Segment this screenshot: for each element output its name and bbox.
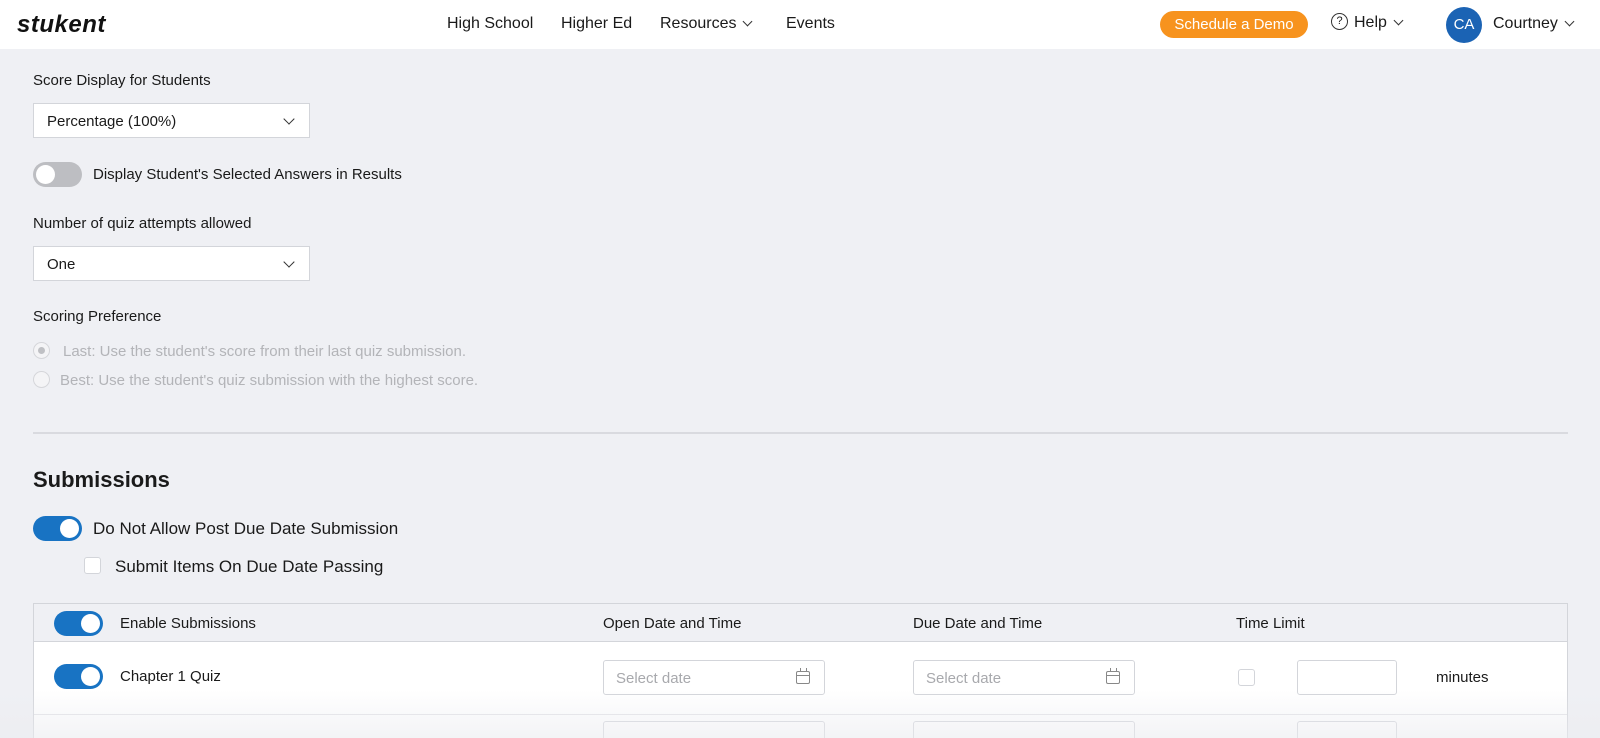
submissions-heading: Submissions bbox=[33, 467, 170, 492]
score-display-value: Percentage (100%) bbox=[47, 113, 177, 130]
nav-resources-label: Resources bbox=[660, 15, 737, 32]
submit-on-due-checkbox[interactable] bbox=[84, 557, 101, 574]
attempts-value: One bbox=[47, 256, 76, 273]
question-circle-icon: ? bbox=[1331, 13, 1348, 31]
toggle-knob bbox=[60, 519, 79, 538]
scoring-last-label: Last: Use the student's score from their… bbox=[63, 343, 467, 360]
table-row: Chapter 1 Quiz Select date Select date m… bbox=[34, 642, 1567, 715]
avatar[interactable]: CA bbox=[1446, 7, 1482, 43]
open-date-input[interactable] bbox=[603, 721, 825, 738]
open-date-input[interactable]: Select date bbox=[603, 660, 825, 695]
nav-high-school[interactable]: High School bbox=[447, 15, 533, 33]
table-header: Enable Submissions Open Date and Time Du… bbox=[34, 604, 1567, 642]
submissions-table: Enable Submissions Open Date and Time Du… bbox=[33, 603, 1568, 738]
score-display-select[interactable]: Percentage (100%) bbox=[33, 103, 310, 138]
top-navigation-bar: stukent High School Higher Ed Resources … bbox=[0, 0, 1600, 49]
due-date-input[interactable] bbox=[913, 721, 1135, 738]
time-limit-input[interactable] bbox=[1297, 660, 1397, 695]
schedule-demo-button[interactable]: Schedule a Demo bbox=[1160, 11, 1308, 38]
chevron-down-icon bbox=[283, 113, 295, 125]
minutes-label: minutes bbox=[1436, 669, 1489, 686]
row-enable-toggle[interactable] bbox=[54, 664, 103, 689]
chevron-down-icon bbox=[1393, 15, 1404, 26]
chevron-down-icon bbox=[1564, 16, 1575, 27]
toggle-knob bbox=[81, 614, 100, 633]
toggle-knob bbox=[81, 667, 100, 686]
header-open-date: Open Date and Time bbox=[603, 615, 742, 632]
enable-all-toggle[interactable] bbox=[54, 611, 103, 636]
time-limit-input[interactable] bbox=[1297, 721, 1397, 738]
stukent-logo[interactable]: stukent bbox=[17, 11, 106, 39]
due-date-input[interactable]: Select date bbox=[913, 660, 1135, 695]
toggle-knob bbox=[36, 165, 55, 184]
section-divider bbox=[33, 432, 1568, 434]
table-row bbox=[34, 716, 1567, 738]
chevron-down-icon bbox=[743, 16, 753, 27]
nav-higher-ed[interactable]: Higher Ed bbox=[561, 15, 632, 33]
calendar-icon bbox=[796, 668, 810, 684]
help-label: Help bbox=[1354, 14, 1387, 31]
chevron-down-icon bbox=[283, 256, 295, 268]
header-time-limit: Time Limit bbox=[1236, 615, 1305, 632]
row-item-name: Chapter 1 Quiz bbox=[120, 668, 221, 685]
help-menu[interactable]: ? Help bbox=[1331, 13, 1404, 32]
score-display-label: Score Display for Students bbox=[33, 72, 211, 89]
header-enable-submissions: Enable Submissions bbox=[120, 615, 256, 632]
due-date-placeholder: Select date bbox=[926, 670, 1002, 687]
header-due-date: Due Date and Time bbox=[913, 615, 1043, 632]
calendar-icon bbox=[1106, 668, 1120, 684]
scoring-best-radio[interactable] bbox=[33, 371, 50, 388]
display-answers-label: Display Student's Selected Answers in Re… bbox=[93, 166, 402, 183]
no-post-due-toggle[interactable] bbox=[33, 516, 82, 541]
nav-resources[interactable]: Resources bbox=[660, 15, 753, 33]
submit-on-due-label: Submit Items On Due Date Passing bbox=[115, 557, 384, 576]
user-menu[interactable]: Courtney bbox=[1493, 15, 1575, 33]
scoring-preference-label: Scoring Preference bbox=[33, 308, 162, 325]
attempts-select[interactable]: One bbox=[33, 246, 310, 281]
time-limit-checkbox[interactable] bbox=[1238, 669, 1255, 686]
open-date-placeholder: Select date bbox=[616, 670, 692, 687]
nav-events[interactable]: Events bbox=[786, 15, 835, 33]
no-post-due-label: Do Not Allow Post Due Date Submission bbox=[93, 519, 399, 538]
user-name: Courtney bbox=[1493, 15, 1558, 32]
scoring-last-radio[interactable] bbox=[33, 342, 50, 359]
scoring-best-label: Best: Use the student's quiz submission … bbox=[60, 372, 479, 389]
display-answers-toggle[interactable] bbox=[33, 162, 82, 187]
attempts-label: Number of quiz attempts allowed bbox=[33, 215, 252, 232]
